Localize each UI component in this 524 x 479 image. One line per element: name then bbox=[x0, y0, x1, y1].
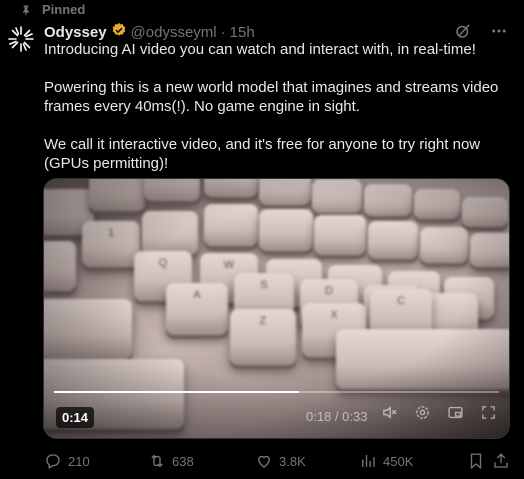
gear-icon[interactable] bbox=[414, 404, 431, 426]
author-handle[interactable]: @odysseyml bbox=[131, 24, 217, 41]
heart-icon bbox=[258, 455, 270, 468]
reply-button[interactable]: 210 bbox=[44, 452, 90, 470]
tweet-actions: 210 638 3.8K 450K bbox=[44, 452, 508, 470]
views-button[interactable]: 450K bbox=[359, 452, 413, 470]
post-time[interactable]: 15h bbox=[230, 24, 255, 41]
video-time-readout: 0:18 / 0:33 bbox=[306, 409, 368, 424]
tweet-paragraph: Powering this is a new world model that … bbox=[44, 79, 503, 115]
share-icon bbox=[494, 453, 508, 468]
video-controls bbox=[381, 404, 497, 426]
separator-dot: · bbox=[220, 23, 226, 41]
pinned-label: Pinned bbox=[42, 2, 86, 17]
like-button[interactable]: 3.8K bbox=[255, 452, 306, 470]
video-vignette bbox=[44, 179, 509, 438]
tweet-paragraph: Introducing AI video you can watch and i… bbox=[44, 41, 476, 58]
repost-count: 638 bbox=[172, 453, 194, 469]
verified-badge-icon bbox=[111, 22, 127, 42]
odyssey-logo-icon bbox=[8, 26, 34, 52]
video-progress-fill bbox=[54, 391, 299, 393]
avatar[interactable] bbox=[4, 22, 38, 56]
like-count: 3.8K bbox=[279, 453, 306, 469]
picture-in-picture-icon[interactable] bbox=[447, 404, 464, 426]
fullscreen-icon[interactable] bbox=[480, 404, 497, 426]
video-player[interactable]: 1 Q W A S D Z X C 0:14 0:18 / 0:33 bbox=[43, 178, 510, 439]
tweet-paragraph: We call it interactive video, and it's f… bbox=[44, 136, 485, 172]
video-timestamp: 0:14 bbox=[56, 407, 95, 428]
tweet-text: Introducing AI video you can watch and i… bbox=[44, 40, 514, 192]
repost-button[interactable]: 638 bbox=[148, 452, 194, 470]
views-count: 450K bbox=[383, 453, 414, 469]
tweet-header: Odyssey @odysseyml · 15h bbox=[44, 22, 255, 42]
reply-icon bbox=[46, 454, 60, 469]
views-icon bbox=[362, 455, 375, 467]
share-button[interactable] bbox=[492, 452, 510, 470]
author-name[interactable]: Odyssey bbox=[44, 24, 107, 41]
bookmark-icon bbox=[470, 453, 482, 470]
pin-icon bbox=[20, 4, 32, 19]
bookmark-button[interactable] bbox=[467, 452, 485, 470]
video-progress-bar[interactable] bbox=[54, 391, 499, 393]
mute-icon[interactable] bbox=[381, 404, 398, 426]
repost-icon bbox=[151, 454, 163, 468]
reply-count: 210 bbox=[68, 453, 90, 469]
